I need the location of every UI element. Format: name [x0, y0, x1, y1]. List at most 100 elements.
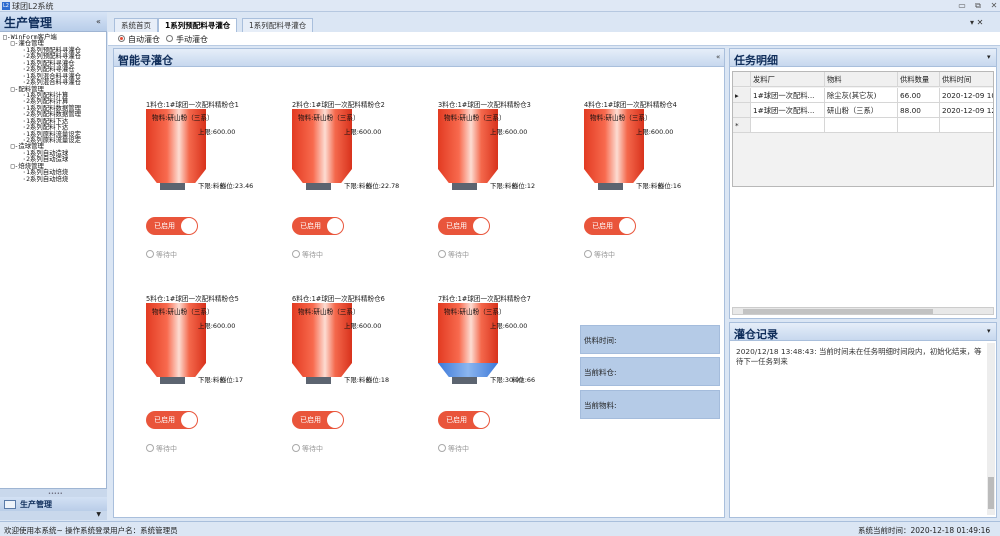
- bin-upper-limit: 上限:600.00: [490, 128, 528, 136]
- bin-upper-limit: 上限:600.00: [344, 128, 382, 136]
- bin-material: 物料:研山粉（三系）: [298, 114, 360, 122]
- bin-card: 2料仓:1#球团一次配料精粉仓2 物料:研山粉（三系） 上限:600.00 下限:料位…: [292, 99, 432, 279]
- row-selector[interactable]: [733, 103, 751, 118]
- column-header[interactable]: 发料厂: [751, 72, 825, 87]
- bin-upper-limit: 上限:600.00: [490, 322, 528, 330]
- scrollbar-thumb[interactable]: [743, 309, 933, 314]
- bin-card: 1料仓:1#球团一次配料精粉仓1 物料:研山粉（三系） 上限:600.00 下限:料位…: [146, 99, 286, 279]
- row-selector[interactable]: ▸: [733, 88, 751, 103]
- bin-level: 料位:22.78: [366, 182, 400, 190]
- task-header: 任务明细 ▾: [730, 49, 996, 67]
- bin-material: 物料:研山粉（三系）: [444, 114, 506, 122]
- toggle-label: 已启用: [300, 222, 321, 230]
- bin-enable-toggle[interactable]: 已启用: [438, 411, 490, 429]
- column-header[interactable]: 物料: [825, 72, 898, 87]
- toggle-label: 已启用: [446, 222, 467, 230]
- smart-fill-panel: 智能寻灌仓 « 1料仓:1#球团一次配料精粉仓1 物料:研山粉（三系） 上限:600…: [113, 48, 725, 518]
- silo-outlet: [452, 377, 477, 384]
- tab-home[interactable]: 系统首页: [114, 18, 158, 32]
- scrollbar-thumb[interactable]: [988, 477, 994, 509]
- minimize-icon[interactable]: ▭: [956, 1, 968, 11]
- bin-title: 6料仓:1#球团一次配料精粉仓6: [292, 295, 385, 303]
- status-radio-icon: [438, 250, 446, 258]
- bin-status: 等待中: [302, 251, 323, 259]
- status-radio-icon: [438, 444, 446, 452]
- tab-series1-batching[interactable]: 1系列配料寻灌仓: [242, 18, 314, 32]
- table-cell[interactable]: 1#球团一次配料...: [751, 103, 825, 118]
- sidebar-header: 生产管理 «: [0, 12, 107, 32]
- pin-icon[interactable]: ▾: [987, 327, 991, 335]
- bin-enable-toggle[interactable]: 已启用: [584, 217, 636, 235]
- status-radio-icon: [292, 250, 300, 258]
- bin-status: 等待中: [156, 251, 177, 259]
- table-cell[interactable]: 除尘灰(其它灰): [825, 88, 898, 103]
- panel-header: 智能寻灌仓 «: [114, 49, 724, 67]
- new-row-cell[interactable]: [751, 118, 825, 133]
- close-tab-icon[interactable]: ✕: [977, 18, 984, 27]
- new-row-cell[interactable]: [825, 118, 898, 133]
- status-bar: 欢迎使用本系统~ 操作系统登录用户名：系统管理员 系统当前时间：2020-12-…: [0, 521, 1000, 535]
- task-grid[interactable]: 发料厂 物料 供料数量 供料时间 ▸ 1#球团一次配料... 除尘灰(其它灰) 66.00 20…: [732, 71, 994, 187]
- silo-cone: [584, 169, 644, 183]
- chevron-down-icon[interactable]: ▼: [0, 511, 107, 521]
- tab-label: 1系列预配料寻灌仓: [165, 21, 231, 30]
- window-titlebar: L2 球团L2系统 ▭ ⧉ ✕: [0, 0, 1000, 12]
- collapse-icon[interactable]: «: [716, 53, 720, 61]
- radio-manual-fill[interactable]: [166, 35, 173, 42]
- silo-outlet: [160, 183, 185, 190]
- restore-icon[interactable]: ⧉: [972, 1, 984, 11]
- app-icon: L2: [2, 2, 10, 10]
- status-time: 系统当前时间：2020-12-18 01:49:16: [858, 526, 991, 535]
- radio-auto-fill[interactable]: [118, 35, 125, 42]
- bin-card: 7料仓:1#球团一次配料精粉仓7 物料:研山粉（三系） 上限:600.00 下限:30…: [438, 293, 578, 473]
- bin-enable-toggle[interactable]: 已启用: [146, 411, 198, 429]
- bin-enable-toggle[interactable]: 已启用: [438, 217, 490, 235]
- mail-icon: [4, 500, 16, 509]
- bin-title: 4料仓:1#球团一次配料精粉仓4: [584, 101, 677, 109]
- table-cell[interactable]: 2020-12-09 10: [940, 88, 993, 103]
- current-bin-box: 当前料仓:: [580, 357, 720, 386]
- table-cell[interactable]: 研山粉（三系）: [825, 103, 898, 118]
- bin-enable-toggle[interactable]: 已启用: [292, 217, 344, 235]
- bin-enable-toggle[interactable]: 已启用: [146, 217, 198, 235]
- radio-manual-fill-label: 手动灌仓: [176, 35, 208, 44]
- bin-material: 物料:研山粉（三系）: [298, 308, 360, 316]
- table-cell[interactable]: 66.00: [898, 88, 940, 103]
- bin-enable-toggle[interactable]: 已启用: [292, 411, 344, 429]
- bin-level: 料位:23.46: [220, 182, 254, 190]
- bin-card: 6料仓:1#球团一次配料精粉仓6 物料:研山粉（三系） 上限:600.00 下限:料位…: [292, 293, 432, 473]
- table-cell[interactable]: 1#球团一次配料...: [751, 88, 825, 103]
- horizontal-scrollbar[interactable]: [732, 307, 994, 315]
- close-icon[interactable]: ✕: [988, 1, 1000, 11]
- row-header-corner[interactable]: [733, 72, 751, 87]
- silo-cone: [146, 363, 206, 377]
- tab-tools: ▾ ✕: [970, 18, 983, 27]
- bin-material: 物料:研山粉（三系）: [444, 308, 506, 316]
- sidebar: 生产管理 « □-WinForm客户端 □-灌仓管理 ·1系列预配料寻灌仓 ·2…: [0, 12, 107, 520]
- tab-label: 1系列配料寻灌仓: [249, 21, 307, 30]
- tree-item[interactable]: ·2系列自动焙烧: [3, 175, 105, 182]
- nav-group-production[interactable]: 生产管理: [0, 497, 107, 511]
- table-cell[interactable]: 88.00: [898, 103, 940, 118]
- silo-outlet: [306, 183, 331, 190]
- vertical-scrollbar[interactable]: [987, 343, 995, 515]
- silo-outlet: [598, 183, 623, 190]
- tab-series1-pre-batching[interactable]: 1系列预配料寻灌仓: [158, 18, 238, 32]
- toggle-knob: [327, 412, 343, 428]
- table-cell[interactable]: 2020-12-09 12: [940, 103, 993, 118]
- collapse-icon[interactable]: «: [96, 17, 101, 26]
- bin-material: 物料:研山粉（三系）: [590, 114, 652, 122]
- new-row-marker[interactable]: *: [733, 118, 751, 133]
- column-header[interactable]: 供料数量: [898, 72, 940, 87]
- log-text: 2020/12/18 13:48:43: 当前时间未在任务明细时间段内，初始化结…: [736, 347, 982, 366]
- log-title: 灌仓记录: [734, 328, 778, 341]
- new-row-cell[interactable]: [898, 118, 940, 133]
- new-row-cell[interactable]: [940, 118, 993, 133]
- pin-icon[interactable]: ▾: [987, 53, 991, 61]
- task-detail-panel: 任务明细 ▾ 发料厂 物料 供料数量 供料时间 ▸ 1#球团一次配料... 除尘灰(其它灰)…: [729, 48, 997, 319]
- sidebar-footer: ••••• 生产管理 ▼: [0, 488, 107, 520]
- tab-list-icon[interactable]: ▾: [970, 18, 974, 27]
- column-header[interactable]: 供料时间: [940, 72, 993, 87]
- toggle-knob: [473, 412, 489, 428]
- status-radio-icon: [146, 444, 154, 452]
